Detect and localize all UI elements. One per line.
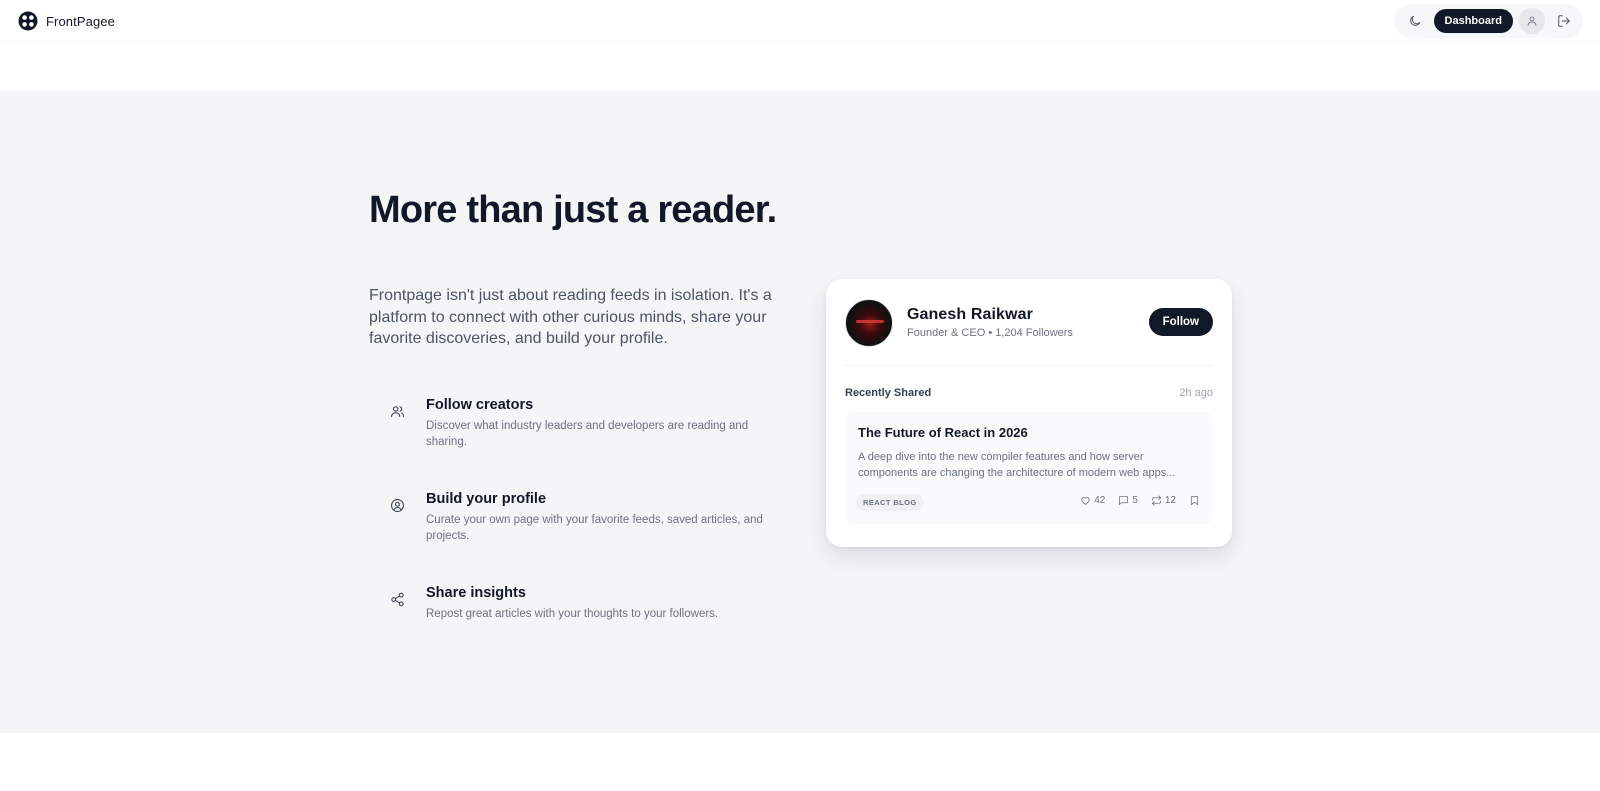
article-stats: 42 5 12 [1080,495,1200,506]
bookmark-button[interactable] [1189,495,1200,506]
repost-button[interactable]: 12 [1151,495,1176,506]
heart-icon [1081,497,1090,505]
community-section [0,90,1600,733]
user-circle-icon [385,493,409,517]
top-navbar: FrontPagee Dashboard [0,0,1600,42]
comment-icon [1119,495,1129,506]
feature-title: Follow creators [426,397,534,413]
repost-icon [1151,495,1161,506]
users-icon [385,399,409,423]
feature-description: Repost great articles with your thoughts… [426,608,719,620]
feature-description: Curate your own page with your favorite … [426,514,763,542]
card-divider [845,365,1213,366]
user-avatar-button[interactable] [1519,8,1545,34]
moon-icon [1409,15,1420,26]
profile-name[interactable]: Ganesh Raikwar [907,306,1033,324]
article-source-tag[interactable]: REACT BLOG [856,494,924,511]
brand[interactable]: FrontPagee [18,11,115,31]
share-icon [385,587,409,611]
like-count: 42 [1094,495,1106,506]
frontpagee-logo-icon [18,11,38,31]
profile-meta: Founder & CEO • 1,204 Followers [907,327,1073,339]
feature-title: Build your profile [426,491,547,507]
user-icon [1527,16,1537,26]
article-title[interactable]: The Future of React in 2026 [858,425,1028,440]
feature-description: Discover what industry leaders and devel… [426,420,749,448]
recently-shared-label: Recently Shared [845,387,932,399]
article-description: A deep dive into the new compiler featur… [858,451,1176,479]
hero-title: More than just a reader. [369,189,777,231]
follow-button[interactable]: Follow [1148,308,1213,336]
comment-count: 5 [1132,495,1138,506]
repost-count: 12 [1164,495,1176,506]
bookmark-icon [1190,495,1199,506]
profile-card: Ganesh Raikwar Founder & CEO • 1,204 Fol… [826,279,1232,547]
feature-title: Share insights [426,585,526,601]
logout-icon [1558,15,1570,27]
logout-button[interactable] [1551,8,1577,34]
dashboard-button[interactable]: Dashboard [1433,9,1513,33]
brand-name: FrontPagee [46,13,115,29]
profile-avatar[interactable] [845,299,893,347]
hero-subtitle: Frontpage isn't just about reading feeds… [369,287,772,347]
shared-article[interactable]: The Future of React in 2026 A deep dive … [845,412,1213,524]
header-controls: Dashboard [1393,4,1583,38]
theme-toggle-button[interactable] [1402,8,1428,34]
recently-shared-time: 2h ago [1179,387,1213,399]
comment-button[interactable]: 5 [1118,495,1138,506]
like-button[interactable]: 42 [1080,495,1105,506]
